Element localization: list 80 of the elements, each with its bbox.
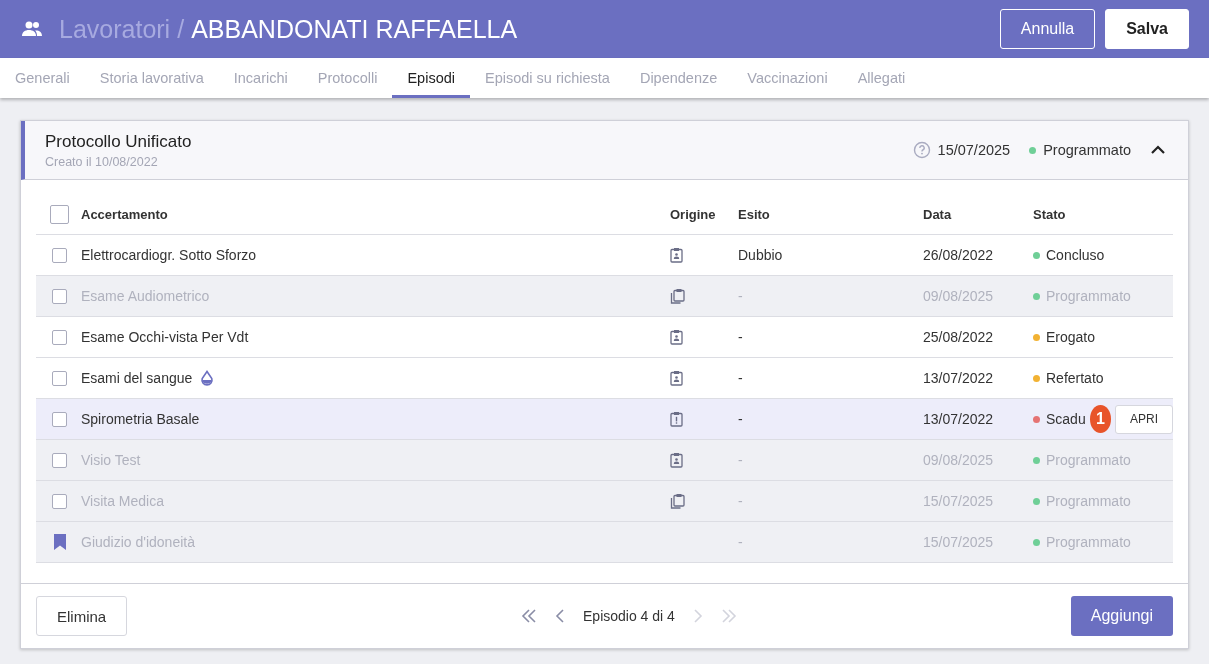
cancel-button[interactable]: Annulla	[999, 9, 1096, 49]
status-text: Concluso	[1046, 247, 1105, 263]
table-row[interactable]: Esame Occhi-vista Per Vdt - 25/08/2022 Erogato	[36, 317, 1173, 358]
clipboard-person-icon	[670, 329, 683, 345]
date-text: 13/07/2022	[923, 411, 995, 427]
result-text: -	[738, 329, 744, 345]
result-text: Dubbio	[738, 247, 784, 263]
date-text: 26/08/2022	[923, 247, 995, 263]
clipboard-person-icon	[670, 452, 683, 468]
result-text: -	[738, 534, 744, 550]
previous-page-icon[interactable]	[555, 609, 566, 623]
exam-name: Esami del sangue	[81, 370, 193, 386]
created-date: Creato il 10/08/2022	[45, 154, 159, 169]
first-page-icon[interactable]	[521, 609, 538, 623]
people-icon	[21, 21, 43, 37]
breadcrumb-link[interactable]: Lavoratori	[59, 14, 171, 44]
status-text: Refertato	[1046, 370, 1104, 386]
exam-name: Giudizio d'idoneità	[81, 534, 195, 550]
status-text: Erogato	[1046, 329, 1096, 345]
status-text: Scadu	[1046, 411, 1086, 427]
protocol-date: 15/07/2025	[937, 142, 1011, 158]
clipboard-person-icon	[670, 247, 683, 263]
exam-name: Visio Test	[81, 452, 141, 468]
result-text: -	[738, 411, 744, 427]
result-text: -	[738, 370, 744, 386]
add-button[interactable]: Aggiungi	[1070, 596, 1173, 636]
clipboard-alert-icon	[670, 411, 683, 427]
tab[interactable]: Dipendenze	[624, 58, 733, 98]
number-badge: 1	[1089, 405, 1111, 433]
status-text: Programmato	[1046, 452, 1131, 468]
page-title: ABBANDONATI RAFFAELLA	[191, 14, 518, 44]
page-indicator: Episodio 4 di 4	[583, 608, 675, 624]
clipboard-copy-icon	[670, 493, 685, 509]
column-header: Stato	[1033, 207, 1067, 222]
select-all-checkbox[interactable]	[50, 205, 69, 224]
exam-name: Esame Audiometrico	[81, 288, 210, 304]
row-checkbox[interactable]	[52, 247, 67, 263]
date-text: 09/08/2025	[923, 452, 995, 468]
exam-name: Elettrocardiogr. Sotto Sforzo	[81, 247, 257, 263]
protocol-title: Protocollo Unificato	[45, 131, 193, 152]
tab[interactable]: Episodi su richiesta	[470, 58, 625, 98]
date-text: 13/07/2022	[923, 370, 995, 386]
date-text: 09/08/2025	[923, 288, 995, 304]
table-row[interactable]: Spirometria Basale - 13/07/2022 Scadu 1 APRI	[36, 399, 1173, 440]
clipboard-copy-icon	[670, 288, 685, 304]
column-header: Accertamento	[81, 207, 169, 222]
tab[interactable]: Storia lavorativa	[84, 58, 219, 98]
result-text: -	[738, 288, 744, 304]
delete-button[interactable]: Elimina	[36, 596, 128, 636]
date-text: 15/07/2025	[923, 493, 995, 509]
result-text: -	[738, 452, 744, 468]
chevron-icon[interactable]	[1150, 145, 1166, 155]
bookmark-icon	[52, 533, 67, 551]
tab[interactable]: Vaccinazioni	[732, 58, 843, 98]
result-text: -	[738, 493, 744, 509]
help-icon[interactable]	[912, 141, 931, 159]
tab[interactable]: Incarichi	[218, 58, 303, 98]
save-button[interactable]: Salva	[1105, 9, 1189, 49]
tab[interactable]: Protocolli	[302, 58, 393, 98]
status-text: Programmato	[1046, 534, 1131, 550]
exam-name: Spirometria Basale	[81, 411, 200, 427]
column-header: Esito	[738, 207, 771, 222]
exam-name: Esame Occhi-vista Per Vdt	[81, 329, 249, 345]
row-checkbox[interactable]	[52, 370, 67, 386]
row-checkbox[interactable]	[52, 411, 67, 427]
row-checkbox[interactable]	[52, 329, 67, 345]
date-text: 25/08/2022	[923, 329, 995, 345]
status-text: Programmato	[1046, 288, 1131, 304]
tab[interactable]: Episodi	[392, 58, 470, 98]
tab[interactable]: Allegati	[842, 58, 921, 98]
clipboard-person-icon	[670, 370, 683, 386]
open-button[interactable]: APRI	[1115, 404, 1173, 434]
exam-name: Visita Medica	[81, 493, 164, 509]
tab[interactable]: Generali	[0, 58, 85, 98]
column-header: Data	[923, 207, 953, 222]
breadcrumb-separator: /	[177, 14, 185, 44]
column-header: Origine	[670, 207, 717, 222]
status-text: Programmato	[1046, 493, 1131, 509]
date-text: 15/07/2025	[923, 534, 995, 550]
protocol-status: Programmato	[1043, 142, 1131, 158]
